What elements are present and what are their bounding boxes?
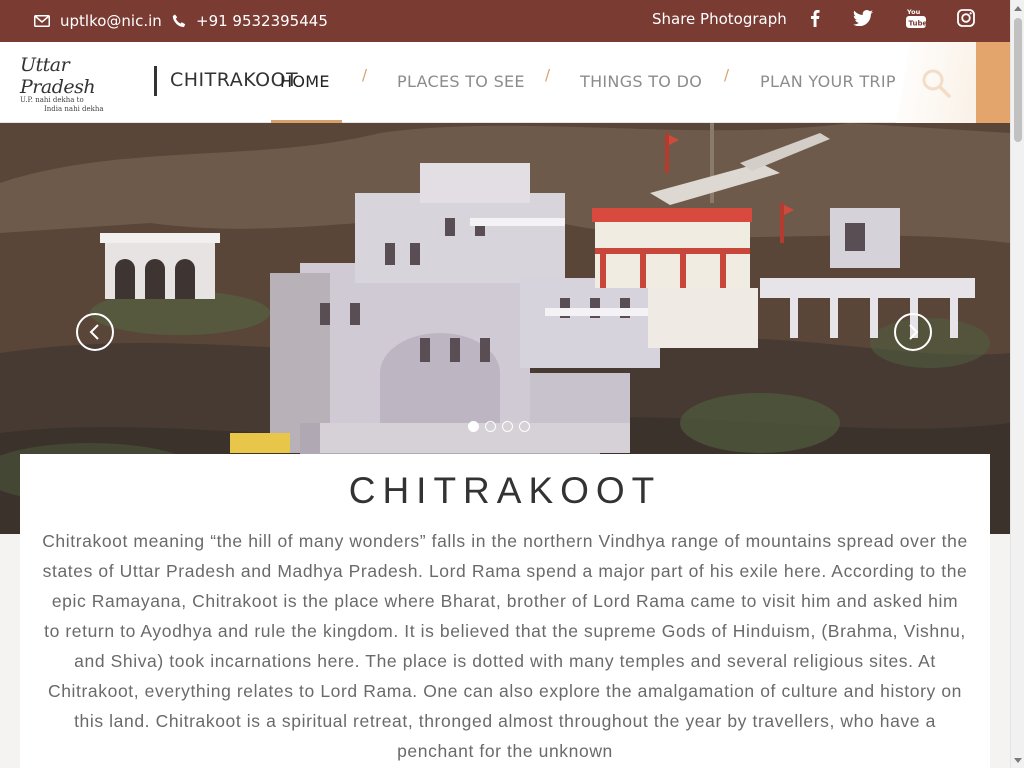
carousel-next-button[interactable] — [894, 313, 932, 351]
logo-divider — [154, 66, 157, 96]
phone-contact[interactable]: +91 9532395445 — [172, 0, 328, 42]
search-icon[interactable] — [920, 67, 952, 99]
intro-card: CHITRAKOOT Chitrakoot meaning “the hill … — [20, 454, 990, 768]
carousel-indicators — [468, 421, 530, 432]
menu-toggle[interactable] — [976, 42, 1010, 123]
svg-text:Tube: Tube — [909, 20, 927, 28]
caret-down-icon — [1014, 757, 1022, 763]
nav-separator: / — [545, 66, 551, 84]
youtube-icon[interactable]: You Tube — [904, 6, 928, 30]
nav-plan-your-trip[interactable]: PLAN YOUR TRIP — [760, 72, 896, 91]
email-text: uptlko@nic.in — [60, 12, 162, 30]
carousel-dot[interactable] — [468, 421, 479, 432]
phone-text: +91 9532395445 — [196, 12, 328, 30]
logo-tagline-2: India nahi dekha — [44, 105, 104, 113]
chevron-right-icon — [909, 324, 919, 340]
nav-places-to-see[interactable]: PLACES TO SEE — [397, 72, 525, 91]
instagram-icon[interactable] — [954, 6, 978, 30]
twitter-icon[interactable] — [851, 6, 875, 30]
phone-icon — [172, 14, 186, 27]
nav-home[interactable]: HOME — [280, 72, 330, 91]
nav-separator: / — [724, 66, 730, 84]
carousel-prev-button[interactable] — [76, 313, 114, 351]
carousel-dot[interactable] — [519, 421, 530, 432]
svg-text:You: You — [906, 8, 921, 16]
page-title: CHITRAKOOT — [348, 470, 662, 511]
envelope-icon — [34, 15, 50, 27]
facebook-icon[interactable] — [803, 6, 827, 30]
carousel-dot[interactable] — [485, 421, 496, 432]
logo-script: Uttar Pradesh — [20, 54, 96, 98]
page-scrollbar[interactable] — [1010, 0, 1024, 768]
site-name: CHITRAKOOT — [170, 69, 299, 91]
scroll-up-button[interactable] — [1011, 0, 1024, 16]
chevron-left-icon — [89, 324, 99, 340]
site-header: Uttar Pradesh U.P. nahi dekha to India n… — [0, 42, 1010, 123]
intro-description: Chitrakoot meaning “the hill of many won… — [42, 531, 968, 761]
scrollbar-thumb[interactable] — [1014, 18, 1022, 142]
share-photograph-link[interactable]: Share Photograph — [652, 10, 787, 28]
scroll-down-button[interactable] — [1011, 752, 1024, 768]
nav-things-to-do[interactable]: THINGS TO DO — [580, 72, 702, 91]
email-contact[interactable]: uptlko@nic.in — [34, 0, 162, 42]
carousel-dot[interactable] — [502, 421, 513, 432]
caret-up-icon — [1014, 5, 1022, 11]
top-bar: uptlko@nic.in +91 9532395445 Share Photo… — [0, 0, 1010, 42]
uttar-pradesh-logo[interactable]: Uttar Pradesh U.P. nahi dekha to India n… — [20, 50, 124, 116]
logo-tagline-1: U.P. nahi dekha to — [20, 96, 84, 104]
nav-separator: / — [362, 66, 368, 84]
